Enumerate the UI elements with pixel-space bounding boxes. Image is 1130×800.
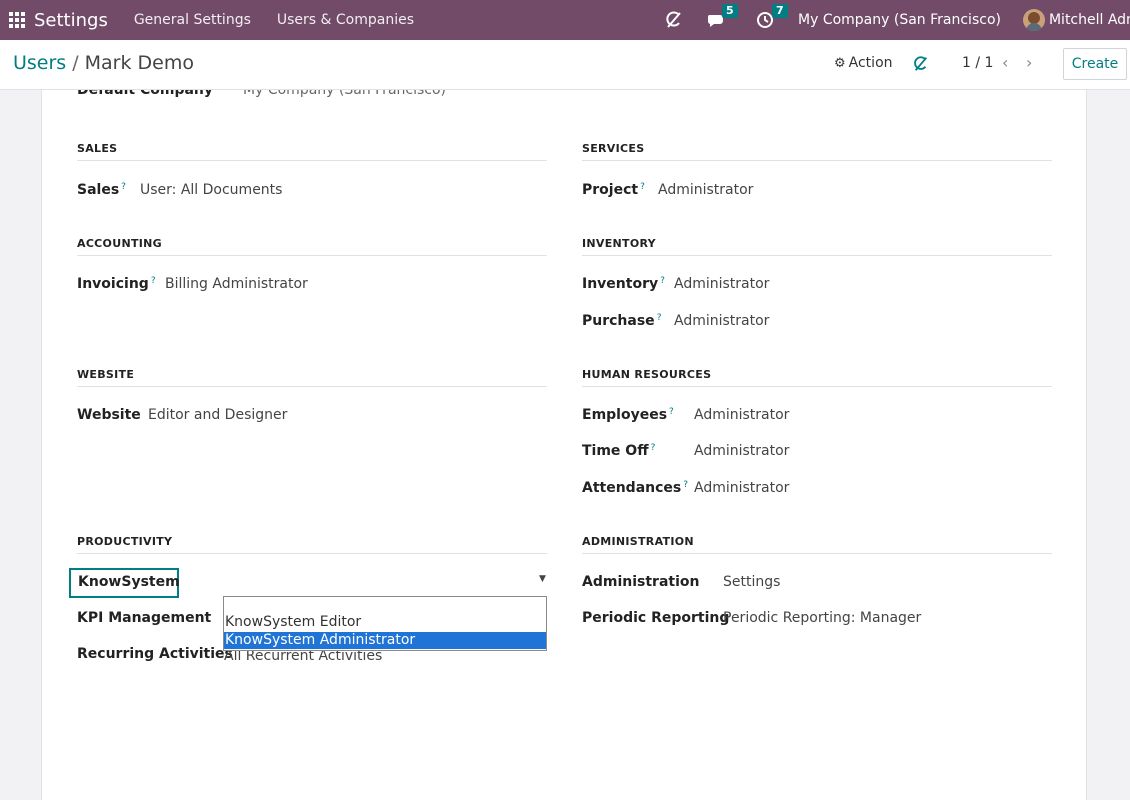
refresh-icon[interactable] [664,10,684,30]
field-administration: Administration Settings [582,574,780,590]
help-icon[interactable]: ? [660,276,665,286]
section-title-accounting: ACCOUNTING [77,237,547,256]
section-title-sales: SALES [77,142,547,161]
default-company-label: Default Company [77,90,214,98]
menu-general-settings[interactable]: General Settings [134,12,251,28]
section-title-inventory: INVENTORY [582,237,1052,256]
clock-icon[interactable]: 7 [756,4,788,29]
field-sales: Sales? User: All Documents [77,182,282,198]
action-button[interactable]: ⚙ Action [834,55,893,71]
app-name[interactable]: Settings [34,10,108,31]
field-invoicing: Invoicing? Billing Administrator [77,276,308,292]
field-label: Time Off [582,443,649,459]
default-company-row: Default Company My Company (San Francisco… [77,90,446,98]
avatar[interactable] [1022,9,1045,31]
field-value[interactable]: Administrator [694,443,789,459]
field-value[interactable]: Administrator [694,407,789,423]
dropdown-option-administrator[interactable]: KnowSystem Administrator [224,632,546,649]
help-icon[interactable]: ? [121,182,126,192]
section-title-services: SERVICES [582,142,1052,161]
caret-down-icon[interactable]: ▼ [539,574,546,584]
knowsystem-select-dropdown[interactable]: KnowSystem Editor KnowSystem Administrat… [223,596,547,651]
breadcrumb-current: Mark Demo [84,52,194,74]
field-label-knowsystem: KnowSystem [78,574,180,590]
chevron-right-icon[interactable]: › [1026,53,1032,72]
field-label: KPI Management [77,610,212,626]
top-navbar: Settings General Settings Users & Compan… [0,0,1130,40]
field-value[interactable]: Settings [723,574,780,590]
help-icon[interactable]: ? [640,182,645,192]
action-label: Action [848,55,893,71]
field-project: Project? Administrator [582,182,753,198]
field-value[interactable]: Administrator [658,182,753,198]
field-label: Invoicing [77,276,149,292]
field-label: Project [582,182,639,198]
chevron-left-icon[interactable]: ‹ [1002,53,1008,72]
section-title-productivity: PRODUCTIVITY [77,535,547,554]
control-panel: Users / Mark Demo ⚙ Action 1 / 1 ‹ › Creat… [0,40,1130,90]
field-employees: Employees? Administrator [582,407,789,423]
field-value[interactable]: Periodic Reporting: Manager [723,610,921,626]
form-sheet: Default Company My Company (San Francisco… [41,90,1087,800]
menu-users-companies[interactable]: Users & Companies [277,12,414,28]
field-recurring-activities: Recurring Activities All Recurrent Activ… [77,646,382,664]
field-value[interactable]: Billing Administrator [165,276,308,292]
messages-badge: 5 [722,4,738,18]
breadcrumb: Users / Mark Demo [13,52,194,74]
dropdown-option-editor[interactable]: KnowSystem Editor [224,614,546,631]
section-title-administration: ADMINISTRATION [582,535,1052,554]
systray: 5 7 My Company (San Francisco) Mitchell … [664,0,1130,40]
user-menu[interactable]: Mitchell Admin [1049,12,1130,28]
field-inventory: Inventory? Administrator [582,276,769,292]
field-label: Recurring Activities [77,646,233,662]
field-value[interactable]: Editor and Designer [148,407,287,423]
section-title-website: WEBSITE [77,368,547,387]
activities-badge: 7 [772,4,788,18]
field-label: Administration [582,574,700,590]
field-value[interactable]: Administrator [694,480,789,496]
field-label: Sales [77,182,120,198]
pager-value[interactable]: 1 / 1 [962,55,993,71]
create-button[interactable]: Create [1063,48,1127,80]
refresh-icon[interactable] [912,54,930,78]
default-company-value[interactable]: My Company (San Francisco) [243,90,446,98]
company-switcher[interactable]: My Company (San Francisco) [798,12,1001,28]
help-icon[interactable]: ? [151,276,156,286]
apps-grid-icon[interactable] [0,0,34,40]
section-title-hr: HUMAN RESOURCES [582,368,1052,387]
field-label: Periodic Reporting [582,610,730,626]
help-icon[interactable]: ? [669,407,674,417]
help-icon[interactable]: ? [657,313,662,323]
dropdown-option-empty[interactable] [224,597,546,614]
field-value[interactable]: Administrator [674,276,769,292]
field-attendances: Attendances? Administrator [582,480,789,496]
breadcrumb-separator: / [72,52,79,74]
field-label: Website [77,407,141,423]
field-time-off: Time Off? Administrator [582,443,789,459]
gear-icon: ⚙ [834,55,846,71]
help-icon[interactable]: ? [651,443,656,453]
help-icon[interactable]: ? [683,480,688,490]
field-label: Attendances [582,480,682,496]
field-value[interactable]: User: All Documents [140,182,282,198]
field-label: Employees [582,407,668,423]
field-label: Inventory [582,276,659,292]
field-value[interactable]: Administrator [674,313,769,329]
breadcrumb-users[interactable]: Users [13,52,66,74]
field-website: Website Editor and Designer [77,407,287,423]
field-purchase: Purchase? Administrator [582,313,769,329]
chat-icon[interactable]: 5 [706,4,738,29]
field-label: Purchase [582,313,655,329]
field-kpi-management: KPI Management [77,610,211,626]
field-periodic-reporting: Periodic Reporting Periodic Reporting: M… [582,610,921,626]
